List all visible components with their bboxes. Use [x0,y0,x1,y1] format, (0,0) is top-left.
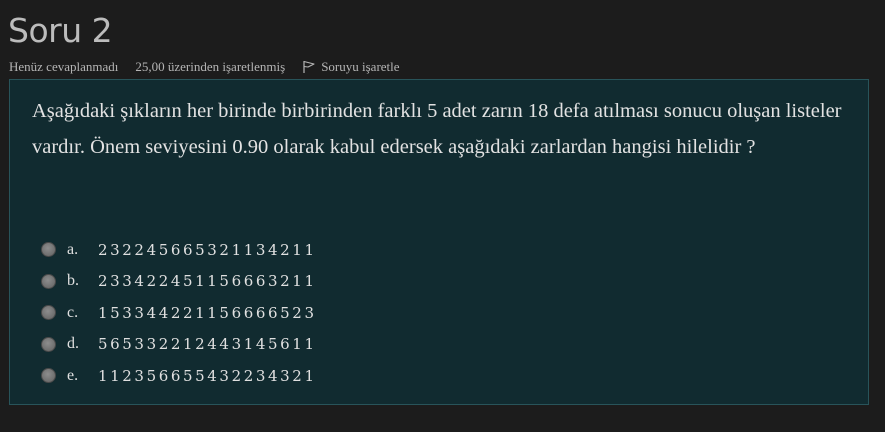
answer-option-a[interactable]: a. 232245665321134211 [41,234,317,266]
question-info: Henüz cevaplanmadı 25,00 üzerinden işare… [9,59,400,75]
flag-question-label: Soruyu işaretle [321,59,400,74]
radio-button[interactable] [41,368,56,384]
answer-letter: d. [67,335,79,353]
answer-sequence: 112356655432234321 [98,366,317,385]
question-state: Henüz cevaplanmadı [9,59,119,74]
answer-sequence: 233422451156663211 [98,272,317,291]
answer-sequence: 565332212443145611 [98,335,317,354]
answer-sequence: 232245665321134211 [98,240,317,259]
answer-letter: e. [67,366,79,384]
question-grade: 25,00 üzerinden işaretlenmiş [135,59,286,74]
question-text: Aşağıdaki şıkların her birinde birbirind… [32,100,842,158]
flag-question-link[interactable]: Soruyu işaretle [302,59,400,75]
answer-letter: b. [67,272,79,290]
answer-option-b[interactable]: b. 233422451156663211 [41,266,317,298]
radio-button[interactable] [41,336,56,352]
answer-letter: c. [67,303,79,321]
answer-options: a. 232245665321134211 b. 233422451156663… [41,234,317,392]
answer-sequence: 153344221156666523 [98,303,317,322]
answer-option-e[interactable]: e. 112356655432234321 [41,360,317,392]
question-title: Soru 2 [8,11,113,50]
answer-option-c[interactable]: c. 153344221156666523 [41,297,317,329]
radio-button[interactable] [41,273,56,289]
answer-letter: a. [67,240,79,258]
radio-button[interactable] [41,305,56,321]
radio-button[interactable] [41,242,56,258]
answer-option-d[interactable]: d. 565332212443145611 [41,329,317,361]
flag-icon [302,60,316,74]
question-content-box: Aşağıdaki şıkların her birinde birbirind… [9,79,869,405]
